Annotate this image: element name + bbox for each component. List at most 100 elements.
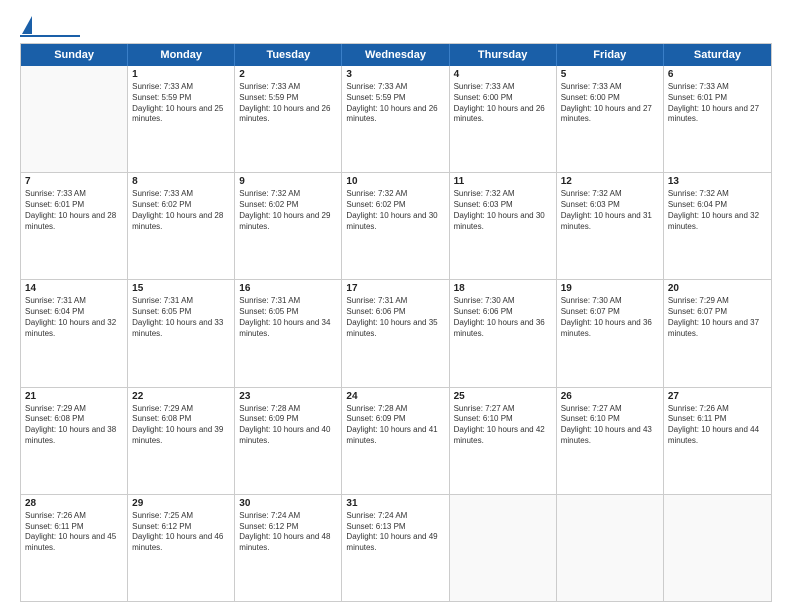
calendar-cell: 1 Sunrise: 7:33 AM Sunset: 5:59 PM Daylig… (128, 66, 235, 172)
cell-sun-info: Sunrise: 7:28 AM Sunset: 6:09 PM Dayligh… (239, 404, 337, 447)
calendar-cell: 7 Sunrise: 7:33 AM Sunset: 6:01 PM Daylig… (21, 173, 128, 279)
cell-sun-info: Sunrise: 7:27 AM Sunset: 6:10 PM Dayligh… (561, 404, 659, 447)
calendar-cell: 5 Sunrise: 7:33 AM Sunset: 6:00 PM Daylig… (557, 66, 664, 172)
calendar-page: SundayMondayTuesdayWednesdayThursdayFrid… (0, 0, 792, 612)
day-number: 30 (239, 498, 337, 509)
day-number: 4 (454, 69, 552, 80)
day-number: 25 (454, 391, 552, 402)
cell-sun-info: Sunrise: 7:32 AM Sunset: 6:03 PM Dayligh… (561, 189, 659, 232)
calendar-week-4: 21 Sunrise: 7:29 AM Sunset: 6:08 PM Dayli… (21, 388, 771, 495)
calendar-cell: 22 Sunrise: 7:29 AM Sunset: 6:08 PM Dayli… (128, 388, 235, 494)
header-day-monday: Monday (128, 44, 235, 66)
calendar-cell (664, 495, 771, 601)
cell-sun-info: Sunrise: 7:33 AM Sunset: 6:02 PM Dayligh… (132, 189, 230, 232)
calendar-cell: 29 Sunrise: 7:25 AM Sunset: 6:12 PM Dayli… (128, 495, 235, 601)
calendar-cell: 30 Sunrise: 7:24 AM Sunset: 6:12 PM Dayli… (235, 495, 342, 601)
calendar-cell: 16 Sunrise: 7:31 AM Sunset: 6:05 PM Dayli… (235, 280, 342, 386)
cell-sun-info: Sunrise: 7:24 AM Sunset: 6:12 PM Dayligh… (239, 511, 337, 554)
cell-sun-info: Sunrise: 7:31 AM Sunset: 6:05 PM Dayligh… (239, 296, 337, 339)
header-day-saturday: Saturday (664, 44, 771, 66)
day-number: 1 (132, 69, 230, 80)
cell-sun-info: Sunrise: 7:24 AM Sunset: 6:13 PM Dayligh… (346, 511, 444, 554)
day-number: 7 (25, 176, 123, 187)
calendar-cell: 8 Sunrise: 7:33 AM Sunset: 6:02 PM Daylig… (128, 173, 235, 279)
calendar-cell: 21 Sunrise: 7:29 AM Sunset: 6:08 PM Dayli… (21, 388, 128, 494)
cell-sun-info: Sunrise: 7:32 AM Sunset: 6:03 PM Dayligh… (454, 189, 552, 232)
day-number: 24 (346, 391, 444, 402)
day-number: 13 (668, 176, 767, 187)
cell-sun-info: Sunrise: 7:31 AM Sunset: 6:04 PM Dayligh… (25, 296, 123, 339)
day-number: 9 (239, 176, 337, 187)
day-number: 14 (25, 283, 123, 294)
calendar-cell: 27Sunrise: 7:26 AM Sunset: 6:11 PM Dayli… (664, 388, 771, 494)
calendar-week-2: 7 Sunrise: 7:33 AM Sunset: 6:01 PM Daylig… (21, 173, 771, 280)
day-number: 11 (454, 176, 552, 187)
header-day-tuesday: Tuesday (235, 44, 342, 66)
day-number: 21 (25, 391, 123, 402)
day-number: 16 (239, 283, 337, 294)
calendar-cell: 31 Sunrise: 7:24 AM Sunset: 6:13 PM Dayli… (342, 495, 449, 601)
day-number: 20 (668, 283, 767, 294)
cell-sun-info: Sunrise: 7:27 AM Sunset: 6:10 PM Dayligh… (454, 404, 552, 447)
cell-sun-info: Sunrise: 7:33 AM Sunset: 5:59 PM Dayligh… (239, 82, 337, 125)
cell-sun-info: Sunrise: 7:31 AM Sunset: 6:05 PM Dayligh… (132, 296, 230, 339)
calendar-week-5: 28Sunrise: 7:26 AM Sunset: 6:11 PM Dayli… (21, 495, 771, 601)
day-number: 18 (454, 283, 552, 294)
calendar-cell: 20 Sunrise: 7:29 AM Sunset: 6:07 PM Dayli… (664, 280, 771, 386)
day-number: 29 (132, 498, 230, 509)
day-number: 27 (668, 391, 767, 402)
cell-sun-info: Sunrise: 7:29 AM Sunset: 6:08 PM Dayligh… (132, 404, 230, 447)
cell-sun-info: Sunrise: 7:29 AM Sunset: 6:07 PM Dayligh… (668, 296, 767, 339)
calendar-week-1: 1 Sunrise: 7:33 AM Sunset: 5:59 PM Daylig… (21, 66, 771, 173)
calendar-cell: 23 Sunrise: 7:28 AM Sunset: 6:09 PM Dayli… (235, 388, 342, 494)
calendar-cell: 19 Sunrise: 7:30 AM Sunset: 6:07 PM Dayli… (557, 280, 664, 386)
calendar-cell: 9 Sunrise: 7:32 AM Sunset: 6:02 PM Daylig… (235, 173, 342, 279)
day-number: 31 (346, 498, 444, 509)
calendar-cell: 17Sunrise: 7:31 AM Sunset: 6:06 PM Dayli… (342, 280, 449, 386)
logo-triangle-icon (22, 16, 32, 34)
page-header (20, 16, 772, 37)
day-number: 8 (132, 176, 230, 187)
cell-sun-info: Sunrise: 7:25 AM Sunset: 6:12 PM Dayligh… (132, 511, 230, 554)
calendar-cell: 24 Sunrise: 7:28 AM Sunset: 6:09 PM Dayli… (342, 388, 449, 494)
calendar-cell: 11 Sunrise: 7:32 AM Sunset: 6:03 PM Dayli… (450, 173, 557, 279)
header-day-thursday: Thursday (450, 44, 557, 66)
calendar-cell: 4 Sunrise: 7:33 AM Sunset: 6:00 PM Daylig… (450, 66, 557, 172)
cell-sun-info: Sunrise: 7:32 AM Sunset: 6:02 PM Dayligh… (239, 189, 337, 232)
day-number: 12 (561, 176, 659, 187)
cell-sun-info: Sunrise: 7:32 AM Sunset: 6:04 PM Dayligh… (668, 189, 767, 232)
calendar-cell: 28Sunrise: 7:26 AM Sunset: 6:11 PM Dayli… (21, 495, 128, 601)
calendar-cell: 18 Sunrise: 7:30 AM Sunset: 6:06 PM Dayli… (450, 280, 557, 386)
cell-sun-info: Sunrise: 7:33 AM Sunset: 6:01 PM Dayligh… (25, 189, 123, 232)
cell-sun-info: Sunrise: 7:29 AM Sunset: 6:08 PM Dayligh… (25, 404, 123, 447)
cell-sun-info: Sunrise: 7:33 AM Sunset: 6:00 PM Dayligh… (561, 82, 659, 125)
cell-sun-info: Sunrise: 7:26 AM Sunset: 6:11 PM Dayligh… (25, 511, 123, 554)
header-day-sunday: Sunday (21, 44, 128, 66)
calendar-cell (557, 495, 664, 601)
header-day-wednesday: Wednesday (342, 44, 449, 66)
header-day-friday: Friday (557, 44, 664, 66)
day-number: 10 (346, 176, 444, 187)
cell-sun-info: Sunrise: 7:30 AM Sunset: 6:06 PM Dayligh… (454, 296, 552, 339)
cell-sun-info: Sunrise: 7:32 AM Sunset: 6:02 PM Dayligh… (346, 189, 444, 232)
logo (20, 16, 80, 37)
day-number: 6 (668, 69, 767, 80)
day-number: 15 (132, 283, 230, 294)
cell-sun-info: Sunrise: 7:33 AM Sunset: 5:59 PM Dayligh… (132, 82, 230, 125)
calendar-week-3: 14 Sunrise: 7:31 AM Sunset: 6:04 PM Dayli… (21, 280, 771, 387)
day-number: 19 (561, 283, 659, 294)
calendar-header: SundayMondayTuesdayWednesdayThursdayFrid… (21, 44, 771, 66)
calendar-cell: 12 Sunrise: 7:32 AM Sunset: 6:03 PM Dayli… (557, 173, 664, 279)
calendar-cell: 25 Sunrise: 7:27 AM Sunset: 6:10 PM Dayli… (450, 388, 557, 494)
cell-sun-info: Sunrise: 7:33 AM Sunset: 6:01 PM Dayligh… (668, 82, 767, 125)
cell-sun-info: Sunrise: 7:28 AM Sunset: 6:09 PM Dayligh… (346, 404, 444, 447)
cell-sun-info: Sunrise: 7:33 AM Sunset: 6:00 PM Dayligh… (454, 82, 552, 125)
cell-sun-info: Sunrise: 7:33 AM Sunset: 5:59 PM Dayligh… (346, 82, 444, 125)
day-number: 23 (239, 391, 337, 402)
calendar-cell: 15 Sunrise: 7:31 AM Sunset: 6:05 PM Dayli… (128, 280, 235, 386)
cell-sun-info: Sunrise: 7:30 AM Sunset: 6:07 PM Dayligh… (561, 296, 659, 339)
calendar-cell (21, 66, 128, 172)
day-number: 22 (132, 391, 230, 402)
day-number: 5 (561, 69, 659, 80)
calendar-cell (450, 495, 557, 601)
